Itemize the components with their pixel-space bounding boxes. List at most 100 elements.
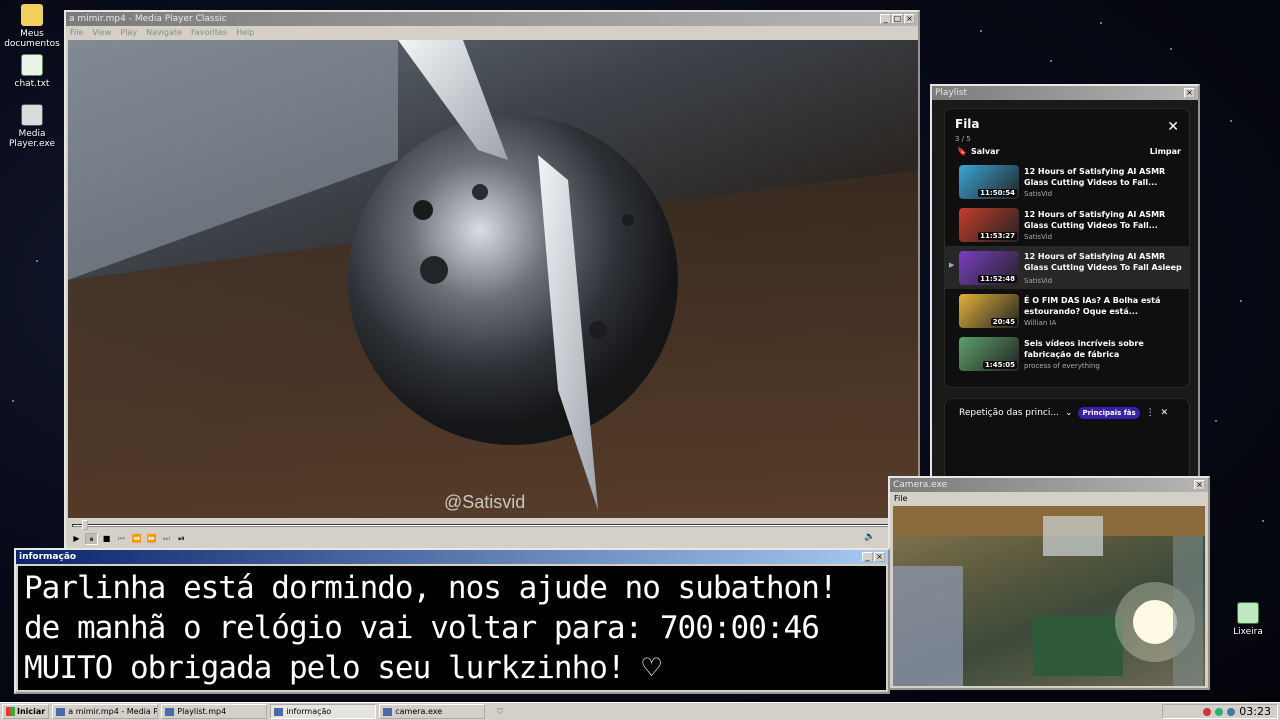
queue-title: Fila <box>955 117 980 131</box>
menu-favorites[interactable]: Favorites <box>191 28 227 37</box>
close-button[interactable]: × <box>874 552 885 562</box>
close-button[interactable]: × <box>1194 480 1205 490</box>
menu-help[interactable]: Help <box>236 28 254 37</box>
chevron-down-icon[interactable]: ⌄ <box>1065 408 1073 418</box>
video-thumbnail: 1:45:05 <box>959 336 1019 371</box>
info-line-2: de manhã o relógio vai voltar para: 700:… <box>24 610 820 646</box>
recycle-bin-icon <box>1237 602 1259 624</box>
info-line-3: MUITO obrigada pelo seu lurkzinho! ♡ <box>24 650 661 686</box>
save-label: Salvar <box>970 147 1000 156</box>
close-icon[interactable]: ✕ <box>1161 408 1169 418</box>
video-area[interactable]: @Satisvid <box>68 40 918 518</box>
shield-icon[interactable] <box>1203 707 1212 716</box>
channel-name: process of everything <box>1024 361 1100 370</box>
video-title: 12 Hours of Satisfying AI ASMR Glass Cut… <box>1024 209 1166 230</box>
channel-name: SatisVid <box>1024 232 1053 241</box>
taskbar-item-informacao[interactable]: informação <box>270 704 377 719</box>
volume-icon[interactable] <box>1227 707 1236 716</box>
start-button[interactable]: Iniciar <box>2 704 50 719</box>
close-button[interactable]: × <box>904 14 915 24</box>
window-title: a mimir.mp4 - Media Player Classic <box>69 14 227 24</box>
menu-navigate[interactable]: Navigate <box>146 28 182 37</box>
menu-play[interactable]: Play <box>120 28 137 37</box>
clock[interactable]: 03:23 <box>1239 705 1271 718</box>
camera-menu-bar: File <box>890 492 1208 505</box>
video-thumbnail: 11:53:27 <box>959 207 1019 242</box>
taskbar-item-label: informação <box>286 707 332 716</box>
minimize-button[interactable]: _ <box>880 14 891 24</box>
info-message: Parlinha está dormindo, nos ajude no sub… <box>18 566 886 690</box>
more-options-icon[interactable]: ⋮ <box>1146 408 1155 418</box>
bookmark-icon: 🔖 <box>957 147 967 156</box>
stop-button[interactable]: ■ <box>100 533 113 545</box>
channel-name: Willian IA <box>1024 318 1057 327</box>
video-thumbnail: 20:45 <box>959 293 1019 328</box>
window-icon <box>165 707 175 716</box>
close-button[interactable]: × <box>1184 88 1195 98</box>
top-fans-chip[interactable]: Principais fãs <box>1078 407 1140 419</box>
video-duration: 11:53:27 <box>978 231 1017 240</box>
menu-file[interactable]: File <box>70 28 83 37</box>
taskbar-item-label: a mimir.mp4 - Media Playe... <box>68 707 159 716</box>
taskbar-item-camera[interactable]: camera.exe <box>379 704 486 719</box>
clear-button[interactable]: Limpar <box>1150 147 1181 156</box>
channel-name: SatisVid <box>1024 276 1053 285</box>
channel-name: SatisVid <box>1024 189 1053 198</box>
media-player-titlebar[interactable]: a mimir.mp4 - Media Player Classic _ □ × <box>66 12 918 26</box>
rewind-button[interactable]: ⏪ <box>130 533 143 545</box>
desktop-icon-chat-txt[interactable]: chat.txt <box>0 54 67 89</box>
playlist-titlebar[interactable]: Playlist × <box>932 86 1198 100</box>
queue-panel: Fila 3 / 5 ✕ 🔖 Salvar Limpar 11:50:54 12 … <box>944 108 1190 388</box>
taskbar-item-label: camera.exe <box>395 707 443 716</box>
desktop-icon-meus-documentos[interactable]: Meus documentos <box>0 4 67 49</box>
minimize-button[interactable]: _ <box>862 552 873 562</box>
speaker-icon[interactable]: 🔈 <box>864 532 875 542</box>
list-item[interactable]: 20:45 É O FIM DAS IAs? A Bolha está estou… <box>945 289 1189 332</box>
camera-icon <box>383 707 393 716</box>
taskbar-item-media-player[interactable]: a mimir.mp4 - Media Playe... <box>52 704 159 719</box>
taskbar: Iniciar a mimir.mp4 - Media Playe... Pla… <box>0 702 1280 720</box>
info-titlebar[interactable]: informação _ × <box>16 550 888 564</box>
info-line-1: Parlinha está dormindo, nos ajude no sub… <box>24 570 838 606</box>
camera-image <box>893 506 1205 686</box>
camera-feed <box>893 506 1205 686</box>
video-list: 11:50:54 12 Hours of Satisfying AI ASMR G… <box>945 160 1189 375</box>
camera-titlebar[interactable]: Camera.exe × <box>890 478 1208 492</box>
menu-bar: File View Play Navigate Favorites Help <box>66 26 918 39</box>
repeat-label[interactable]: Repetição das princi... <box>959 408 1059 418</box>
live-chat-panel: Repetição das princi... ⌄ Principais fãs… <box>944 398 1190 482</box>
system-tray: 03:23 <box>1162 704 1278 719</box>
list-item[interactable]: ▶ 11:52:48 12 Hours of Satisfying AI ASMR … <box>945 246 1189 289</box>
list-item[interactable]: 1:45:05 Seis vídeos incríveis sobre fabri… <box>945 332 1189 375</box>
window-icon <box>274 707 284 716</box>
video-frame <box>68 40 918 518</box>
desktop-icon-lixeira[interactable]: Lixeira <box>1213 602 1280 637</box>
pause-button[interactable]: ⏸ <box>85 533 98 545</box>
network-icon[interactable] <box>1215 707 1224 716</box>
now-playing-icon: ▶ <box>949 261 955 269</box>
media-player-window: a mimir.mp4 - Media Player Classic _ □ ×… <box>64 10 920 550</box>
video-duration: 1:45:05 <box>983 360 1017 369</box>
next-button[interactable]: ⏭ <box>160 533 173 545</box>
previous-button[interactable]: ⏮ <box>115 533 128 545</box>
info-window-title: informação <box>19 552 77 562</box>
list-item[interactable]: 11:50:54 12 Hours of Satisfying AI ASMR G… <box>945 160 1189 203</box>
heart-icon[interactable]: ♡ <box>496 707 503 716</box>
taskbar-item-playlist[interactable]: Playlist.mp4 <box>161 704 268 719</box>
list-item[interactable]: 11:53:27 12 Hours of Satisfying AI ASMR G… <box>945 203 1189 246</box>
menu-view[interactable]: View <box>92 28 111 37</box>
media-player-icon <box>21 104 43 126</box>
menu-file[interactable]: File <box>894 494 907 503</box>
play-button[interactable]: ▶ <box>70 533 83 545</box>
camera-window-title: Camera.exe <box>893 480 948 490</box>
desktop-icon-media-player[interactable]: Media Player.exe <box>0 104 67 149</box>
seek-thumb[interactable] <box>82 520 89 530</box>
video-title: É O FIM DAS IAs? A Bolha está estourando… <box>1024 295 1161 316</box>
video-thumbnail: 11:52:48 <box>959 250 1019 285</box>
seek-bar[interactable] <box>70 520 916 530</box>
save-button[interactable]: 🔖 Salvar <box>957 147 999 156</box>
close-icon[interactable]: ✕ <box>1167 119 1179 135</box>
maximize-button[interactable]: □ <box>892 14 903 24</box>
frame-step-button[interactable]: ⏯ <box>175 533 188 545</box>
forward-button[interactable]: ⏩ <box>145 533 158 545</box>
